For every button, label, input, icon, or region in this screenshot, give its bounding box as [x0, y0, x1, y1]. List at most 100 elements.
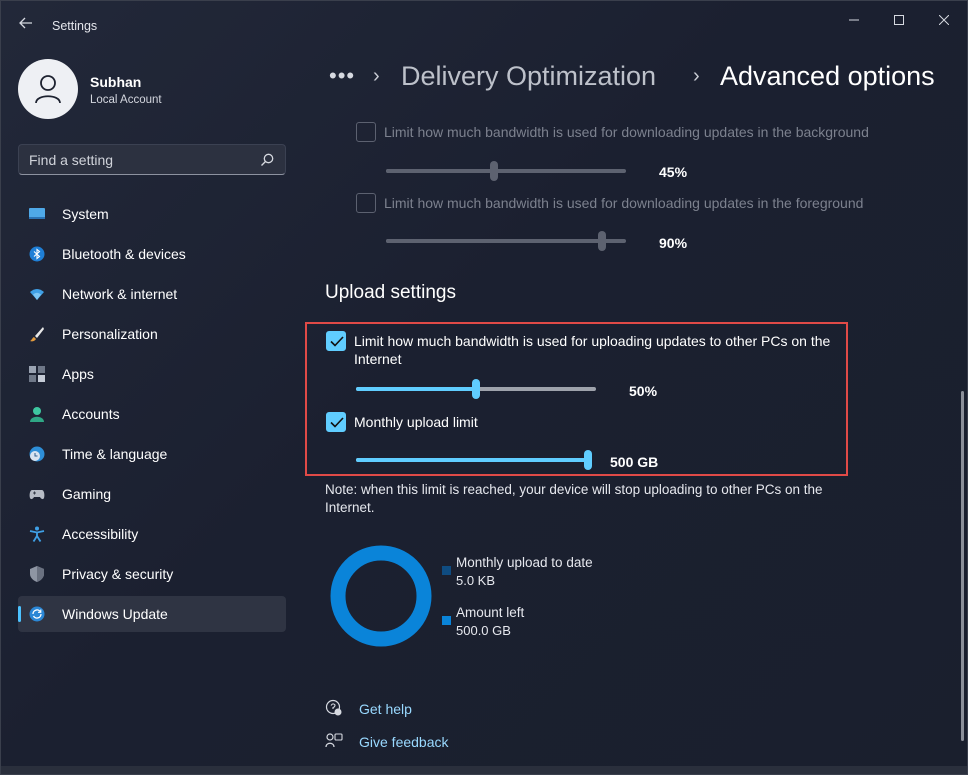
legend-swatch-left [442, 616, 451, 625]
sidebar-item-label: Bluetooth & devices [62, 246, 186, 262]
user-name: Subhan [90, 74, 142, 90]
sidebar-item-system[interactable]: System [18, 196, 286, 232]
upload-settings-heading: Upload settings [325, 282, 456, 303]
breadcrumb-parent-link[interactable]: Delivery Optimization [401, 61, 656, 92]
minimize-icon [849, 19, 859, 21]
sidebar-item-label: Accounts [62, 406, 120, 422]
maximize-icon [894, 15, 904, 26]
sidebar-item-accessibility[interactable]: Accessibility [18, 516, 286, 552]
back-button[interactable] [13, 13, 39, 37]
sidebar-item-network[interactable]: Network & internet [18, 276, 286, 312]
slider-fill [386, 169, 494, 173]
search-box[interactable] [18, 144, 286, 175]
help-icon [325, 699, 342, 716]
sidebar-item-label: System [62, 206, 109, 222]
upload-bandwidth-value: 50% [629, 383, 658, 399]
app-title: Settings [52, 19, 98, 33]
download-background-slider [386, 161, 626, 181]
checkmark-icon [330, 336, 344, 347]
sidebar-item-label: Personalization [62, 326, 158, 342]
sidebar-item-label: Gaming [62, 486, 112, 502]
monthly-upload-label: Monthly upload limit [354, 414, 478, 430]
back-arrow-icon [19, 17, 32, 29]
slider-thumb [490, 161, 498, 181]
legend-left-label: Amount left [456, 605, 525, 620]
sidebar-item-label: Apps [62, 366, 94, 382]
sidebar-nav: System Bluetooth & devices Network & int… [18, 196, 286, 636]
upload-bandwidth-label-cont: Internet [354, 351, 402, 367]
monthly-upload-checkbox[interactable] [326, 412, 346, 432]
accessibility-icon [29, 526, 45, 542]
sync-icon [29, 606, 45, 622]
settings-window: Settings Subhan Local Account System Blu… [0, 0, 968, 775]
legend-uploaded-label: Monthly upload to date [456, 555, 593, 570]
download-foreground-checkbox[interactable] [356, 193, 376, 213]
sidebar-item-personalization[interactable]: Personalization [18, 316, 286, 352]
scrollbar[interactable] [961, 391, 964, 741]
sidebar-item-label: Time & language [62, 446, 168, 462]
sidebar-item-bluetooth[interactable]: Bluetooth & devices [18, 236, 286, 272]
monitor-icon [29, 208, 45, 219]
slider-thumb [598, 231, 606, 251]
sidebar-item-privacy[interactable]: Privacy & security [18, 556, 286, 592]
legend-swatch-uploaded [442, 566, 451, 575]
sidebar-item-accounts[interactable]: Accounts [18, 396, 286, 432]
download-background-label: Limit how much bandwidth is used for dow… [384, 124, 869, 140]
slider-fill [356, 387, 476, 391]
page-title: Advanced options [720, 61, 935, 91]
legend-left-value: 500.0 GB [456, 623, 511, 638]
maximize-button[interactable] [876, 5, 922, 33]
close-button[interactable] [921, 5, 967, 33]
upload-bandwidth-checkbox[interactable] [326, 331, 346, 351]
account-type: Local Account [90, 94, 162, 106]
sidebar-item-label: Privacy & security [62, 566, 174, 582]
globe-clock-icon [29, 446, 45, 462]
download-background-checkbox[interactable] [356, 122, 376, 142]
amount-left-ring [330, 545, 432, 647]
sidebar-item-gaming[interactable]: Gaming [18, 476, 286, 512]
upload-usage-donut [330, 545, 432, 647]
breadcrumb-more-button[interactable]: ••• [329, 63, 355, 89]
search-icon[interactable] [259, 152, 275, 168]
get-help-link[interactable]: Get help [359, 701, 412, 717]
avatar[interactable] [18, 59, 78, 119]
sidebar-item-time-language[interactable]: Time & language [18, 436, 286, 472]
feedback-icon [325, 733, 343, 748]
apps-icon [29, 366, 45, 382]
slider-fill [356, 458, 592, 462]
download-foreground-label: Limit how much bandwidth is used for dow… [384, 195, 864, 211]
download-background-value: 45% [659, 164, 688, 180]
shield-icon [30, 566, 44, 582]
give-feedback-link[interactable]: Give feedback [359, 734, 449, 750]
upload-bandwidth-slider[interactable] [356, 379, 596, 399]
monthly-upload-slider[interactable] [356, 450, 592, 470]
wifi-icon [30, 289, 44, 300]
checkmark-icon [330, 417, 344, 428]
legend-uploaded-value: 5.0 KB [456, 573, 496, 588]
sidebar-item-apps[interactable]: Apps [18, 356, 286, 392]
monthly-upload-value: 500 GB [610, 454, 659, 470]
search-input[interactable] [29, 150, 249, 170]
gamepad-icon [29, 490, 45, 500]
upload-bandwidth-label: Limit how much bandwidth is used for upl… [354, 333, 831, 349]
note-line: Internet. [325, 500, 375, 515]
download-foreground-slider [386, 231, 626, 251]
sidebar-item-label: Windows Update [62, 606, 168, 622]
user-icon [35, 75, 61, 104]
taskbar-strip [1, 766, 967, 774]
bluetooth-icon [29, 246, 45, 262]
download-foreground-value: 90% [659, 235, 688, 251]
title-bar: Settings [1, 1, 967, 45]
slider-thumb[interactable] [472, 379, 480, 399]
brush-icon [30, 327, 44, 342]
note-line: Note: when this limit is reached, your d… [325, 482, 823, 497]
person-icon [30, 407, 44, 422]
sidebar-item-windows-update[interactable]: Windows Update [18, 596, 286, 632]
upload-limit-note: Note: when this limit is reached, your d… [325, 481, 865, 517]
minimize-button[interactable] [831, 5, 877, 33]
chevron-right-icon: › [373, 65, 380, 87]
slider-thumb[interactable] [584, 450, 592, 470]
slider-fill [386, 239, 602, 243]
chevron-right-icon: › [693, 65, 700, 87]
close-icon [938, 14, 950, 26]
